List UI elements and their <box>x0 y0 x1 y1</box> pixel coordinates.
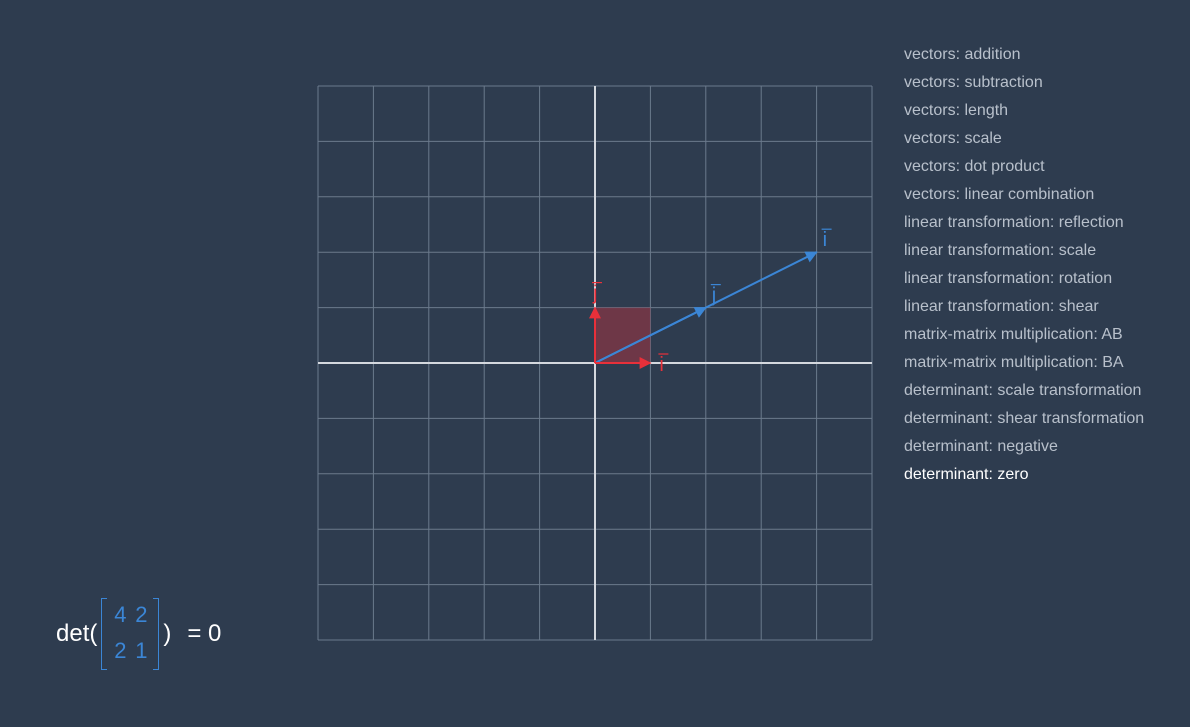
determinant-readout: det( 4 2 2 1 ) = 0 <box>56 598 221 670</box>
menu-item[interactable]: vectors: linear combination <box>904 184 1144 212</box>
unit-square-area <box>595 307 651 363</box>
det-prefix: det( <box>56 620 98 647</box>
matrix-left-bracket <box>101 598 108 670</box>
matrix: 4 2 2 1 <box>101 598 160 670</box>
menu-item[interactable]: linear transformation: scale <box>904 240 1144 268</box>
matrix-right-bracket <box>153 598 160 670</box>
menu-item[interactable]: determinant: shear transformation <box>904 408 1144 436</box>
transformation-plot: i j i j <box>317 85 873 641</box>
transformed-vector-i-label: i <box>823 229 827 251</box>
menu-item[interactable]: vectors: addition <box>904 44 1144 72</box>
menu-item[interactable]: linear transformation: rotation <box>904 268 1144 296</box>
menu-item[interactable]: vectors: dot product <box>904 156 1144 184</box>
det-suffix: ) <box>163 620 172 647</box>
det-result: = 0 <box>187 620 222 647</box>
menu-item[interactable]: determinant: negative <box>904 436 1144 464</box>
menu-item[interactable]: vectors: subtraction <box>904 72 1144 100</box>
unit-square <box>595 307 651 363</box>
app-root: i j i j vectors: addition vectors: subtracti… <box>0 0 1190 727</box>
matrix-cell-d: 1 <box>135 638 148 663</box>
basis-vector-j-label: j <box>592 283 597 305</box>
menu-item[interactable]: linear transformation: shear <box>904 296 1144 324</box>
menu-item[interactable]: matrix-matrix multiplication: AB <box>904 324 1144 352</box>
example-menu: vectors: addition vectors: subtraction vec… <box>904 44 1144 492</box>
transformed-vector-j-label: j <box>711 285 716 307</box>
matrix-cell-b: 2 <box>135 602 148 627</box>
matrix-cell-a: 4 <box>114 602 127 627</box>
menu-item[interactable]: linear transformation: reflection <box>904 212 1144 240</box>
basis-vector-i-label: i <box>659 354 663 376</box>
menu-item[interactable]: matrix-matrix multiplication: BA <box>904 352 1144 380</box>
menu-item[interactable]: determinant: zero <box>904 464 1144 492</box>
menu-item[interactable]: vectors: scale <box>904 128 1144 156</box>
menu-item[interactable]: vectors: length <box>904 100 1144 128</box>
matrix-cell-c: 2 <box>114 638 127 663</box>
menu-item[interactable]: determinant: scale transformation <box>904 380 1144 408</box>
